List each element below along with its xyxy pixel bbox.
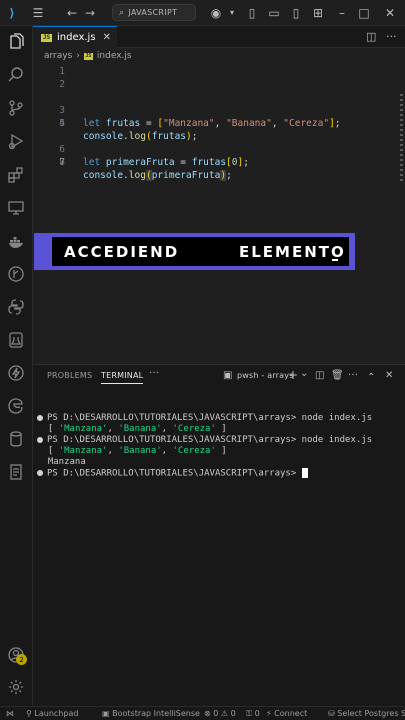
remote-explorer-icon[interactable] <box>5 197 27 219</box>
docker-icon[interactable] <box>5 230 27 252</box>
line-number: 8 <box>59 157 65 168</box>
back-arrow-icon[interactable]: ← <box>64 4 80 22</box>
editor-scrollbar[interactable] <box>400 94 403 184</box>
terminal-dropdown-icon[interactable]: ⌄ <box>300 368 309 379</box>
tab-terminal[interactable]: TERMINAL <box>101 371 144 384</box>
account-badge: 2 <box>16 654 27 665</box>
launchpad-status[interactable]: ⚲ Launchpad <box>26 709 78 718</box>
vscode-logo-icon: ⟩ <box>9 6 15 20</box>
terminal-cursor <box>301 468 308 478</box>
banner-text-box: ACCEDIEND ELEMENTO <box>52 237 349 266</box>
terminal-line: PS D:\DESARROLLO\TUTORIALES\JAVASCRIPT\a… <box>37 413 372 424</box>
split-terminal-icon[interactable]: ◫ <box>315 370 325 381</box>
settings-gear-icon[interactable] <box>5 676 27 698</box>
terminal-instance-label[interactable]: pwsh - arrays <box>237 371 294 380</box>
line-number: 2 <box>59 79 65 90</box>
tab-index-js[interactable]: JS index.js ✕ <box>33 26 117 48</box>
panel-more-actions-icon[interactable]: ··· <box>348 370 358 381</box>
tab-problems[interactable]: PROBLEMS <box>47 371 92 380</box>
editor-tab-bar: JS index.js ✕ ◫ ··· <box>33 26 405 48</box>
customize-layout-icon[interactable]: ⊞ <box>310 4 326 22</box>
extensions-icon[interactable] <box>5 164 27 186</box>
activity-bar: 2 <box>0 26 33 706</box>
copilot-dropdown-icon[interactable]: ▾ <box>224 4 240 22</box>
database-icon[interactable] <box>5 428 27 450</box>
banner-word-2: ELEMENTO <box>239 242 346 261</box>
breadcrumb: arrays › JS index.js <box>33 48 405 64</box>
close-window-icon[interactable]: ✕ <box>382 4 398 22</box>
banner-cursor <box>332 259 338 261</box>
command-decoration-icon <box>37 414 43 421</box>
terminal-line: [ 'Manzana', 'Banana', 'Cereza' ] <box>47 446 227 456</box>
tab-label: index.js <box>57 32 96 43</box>
command-center-label: JAVASCRIPT <box>128 8 178 17</box>
toggle-secondary-sidebar-icon[interactable]: ▯ <box>288 4 304 22</box>
terminal-line: Manzana <box>47 457 86 467</box>
forward-arrow-icon[interactable]: → <box>82 4 98 22</box>
notes-icon[interactable] <box>5 461 27 483</box>
javascript-file-icon: JS <box>41 33 52 42</box>
problems-status[interactable]: ⊗ 0 ⚠ 0 <box>204 709 236 718</box>
code-line: console.log(primeraFruta); <box>83 170 232 181</box>
bootstrap-intellisense-status[interactable]: ▣ Bootstrap IntelliSense <box>102 709 200 718</box>
gitlens-icon[interactable] <box>5 263 27 285</box>
connect-status[interactable]: ⚡ Connect <box>266 709 307 718</box>
copilot-icon[interactable]: ◉ <box>208 4 224 22</box>
command-decoration-icon <box>37 470 43 476</box>
kill-terminal-icon[interactable]: 🗑 <box>331 370 344 381</box>
close-tab-icon[interactable]: ✕ <box>103 32 111 43</box>
run-debug-icon[interactable] <box>5 130 27 152</box>
terminal-line: PS D:\DESARROLLO\TUTORIALES\JAVASCRIPT\a… <box>37 435 372 446</box>
search-icon: ⌕ <box>119 7 125 18</box>
python-icon[interactable] <box>5 296 27 318</box>
thunder-client-icon[interactable] <box>5 362 27 384</box>
terminal-shell-icon: ▣ <box>223 370 233 381</box>
testing-flask-icon[interactable] <box>5 329 27 351</box>
status-bar: ⋈ ⚲ Launchpad ▣ Bootstrap IntelliSense ⊗… <box>0 706 405 720</box>
title-bar: ⟩ ☰ ← → ⌕ JAVASCRIPT ◉ ▾ ▯ ▭ ▯ ⊞ – □ ✕ <box>0 0 405 26</box>
breadcrumb-separator: › <box>76 51 80 61</box>
toggle-primary-sidebar-icon[interactable]: ▯ <box>244 4 260 22</box>
source-control-icon[interactable] <box>5 97 27 119</box>
explorer-icon[interactable] <box>5 31 27 53</box>
minimize-icon[interactable]: – <box>334 4 350 22</box>
code-editor[interactable]: 1 2 3 let frutas = ["Manzana", "Banana",… <box>33 64 405 364</box>
split-editor-icon[interactable]: ◫ <box>366 30 376 43</box>
javascript-file-icon: JS <box>83 52 93 60</box>
terminal-line: [ 'Manzana', 'Banana', 'Cereza' ] <box>47 424 227 434</box>
maximize-icon[interactable]: □ <box>356 4 372 22</box>
maximize-panel-icon[interactable]: ⌃ <box>367 372 376 383</box>
panel-more-icon[interactable]: ··· <box>149 368 159 379</box>
breadcrumb-file[interactable]: index.js <box>97 51 132 61</box>
remote-indicator-icon[interactable]: ⋈ <box>6 709 14 718</box>
close-panel-icon[interactable]: ✕ <box>385 370 394 381</box>
new-terminal-icon[interactable]: + <box>288 368 298 382</box>
toggle-panel-icon[interactable]: ▭ <box>266 4 282 22</box>
breadcrumb-folder[interactable]: arrays <box>44 51 72 61</box>
terminal-line: PS D:\DESARROLLO\TUTORIALES\JAVASCRIPT\a… <box>37 468 308 479</box>
postgres-session-status[interactable]: ⛁ Select Postgres Ses <box>328 709 405 718</box>
panel-tabs: PROBLEMS TERMINAL ··· ▣ pwsh - arrays + … <box>33 365 405 387</box>
command-center-search[interactable]: ⌕ JAVASCRIPT <box>112 4 196 21</box>
edge-devtools-icon[interactable] <box>5 395 27 417</box>
line-number: 5 <box>59 118 65 129</box>
ports-status[interactable]: ⚿ 0 <box>246 709 260 719</box>
command-decoration-icon <box>37 436 43 443</box>
bottom-panel: PROBLEMS TERMINAL ··· ▣ pwsh - arrays + … <box>33 364 405 706</box>
line-number: 1 <box>59 66 65 77</box>
title-banner: ACCEDIEND ELEMENTO <box>34 233 355 270</box>
menu-icon[interactable]: ☰ <box>30 4 46 22</box>
search-icon[interactable] <box>5 64 27 86</box>
banner-word-1: ACCEDIEND <box>64 242 180 261</box>
more-actions-icon[interactable]: ··· <box>386 30 397 43</box>
